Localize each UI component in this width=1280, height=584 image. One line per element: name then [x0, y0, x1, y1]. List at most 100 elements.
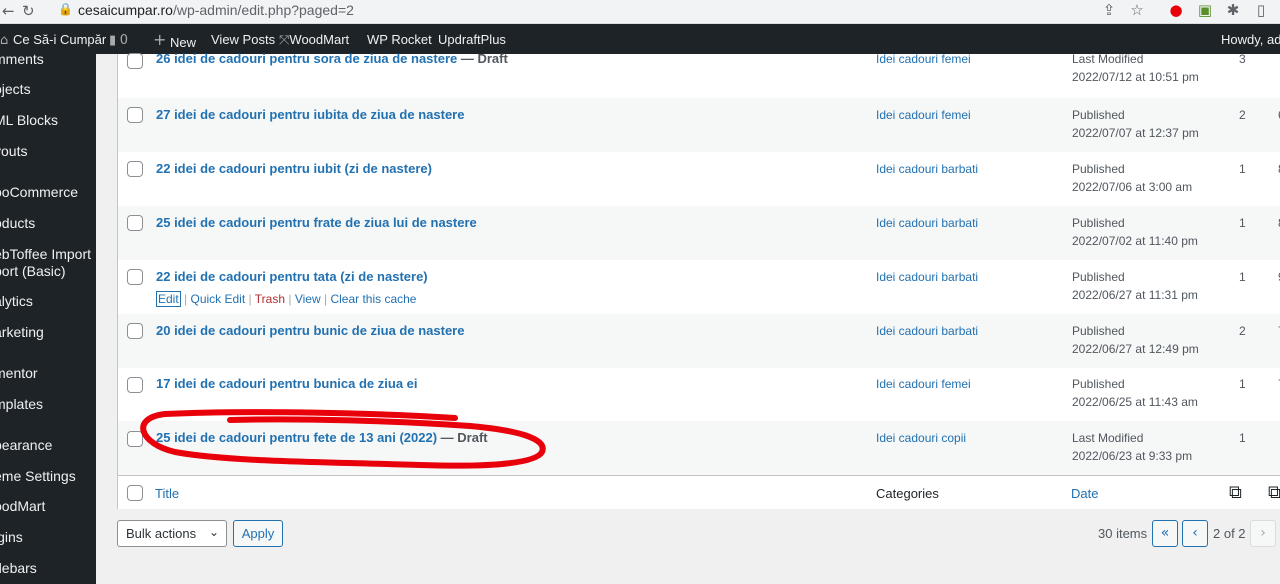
date-value: 2022/06/27 at 11:31 pm — [1072, 288, 1198, 302]
share-icon[interactable]: ⇪ — [1100, 1, 1118, 19]
panel-icon[interactable]: ▯ — [1252, 1, 1270, 19]
count-value: 1 — [1239, 377, 1246, 391]
post-title: 22 idei de cadouri pentru iubit (zi de n… — [156, 161, 432, 176]
site-name[interactable]: Ce Să-i Cumpăr — [13, 32, 106, 47]
post-title: 25 idei de cadouri pentru fete de 13 ani… — [156, 430, 438, 445]
date-status: Published — [1072, 324, 1125, 338]
post-title: 20 idei de cadouri pentru bunic de ziua … — [156, 323, 465, 338]
star-icon[interactable]: ☆ — [1128, 1, 1146, 19]
post-title-link[interactable]: 22 idei de cadouri pentru tata (zi de na… — [156, 269, 428, 284]
post-title-link[interactable]: 27 idei de cadouri pentru iubita de ziua… — [156, 107, 464, 122]
sidebar-item-templates[interactable]: mplates — [0, 396, 43, 413]
date-value: 2022/06/25 at 11:43 am — [1072, 395, 1198, 409]
home-icon: ⌂ — [0, 33, 9, 48]
category-link[interactable]: Idei cadouri femei — [876, 377, 971, 391]
category-link[interactable]: Idei cadouri barbati — [876, 324, 978, 338]
row-checkbox[interactable] — [127, 377, 143, 393]
extension-green-icon[interactable]: ▣ — [1196, 1, 1214, 19]
post-state: — Draft — [457, 51, 508, 66]
sidebar-item-plugins[interactable]: igins — [0, 529, 23, 546]
category-link[interactable]: Idei cadouri copii — [876, 431, 966, 445]
next-page-button: › — [1250, 520, 1276, 547]
table-row: 20 idei de cadouri pentru bunic de ziua … — [118, 314, 1280, 368]
count-value: 1 — [1239, 216, 1246, 230]
sidebar-item-webtoffee-import[interactable]: ebToffee Import — [0, 246, 91, 263]
sidebar-item-webtoffee-import-line2[interactable]: port (Basic) — [0, 263, 66, 280]
sidebar-item-html-blocks[interactable]: ML Blocks — [0, 112, 58, 129]
column-title-sort[interactable]: Title — [155, 486, 179, 501]
bulk-actions-select[interactable]: Bulk actions ⌄ — [117, 520, 227, 547]
post-title-link[interactable]: 22 idei de cadouri pentru iubit (zi de n… — [156, 161, 432, 176]
column-date-sort[interactable]: Date — [1071, 486, 1098, 501]
quick-edit-link[interactable]: Quick Edit — [191, 292, 246, 306]
date-status: Published — [1072, 162, 1125, 176]
sidebar-item-products[interactable]: oducts — [0, 215, 35, 232]
apply-button[interactable]: Apply — [233, 520, 283, 547]
view-link[interactable]: View — [295, 292, 321, 306]
url-text: cesaicumpar.ro/wp-admin/edit.php?paged=2 — [78, 2, 354, 18]
admin-bar-home-icon[interactable]: ⌂ — [0, 32, 8, 48]
category-link[interactable]: Idei cadouri barbati — [876, 216, 978, 230]
prev-page-button[interactable]: ‹ — [1182, 520, 1208, 547]
separator: | — [184, 292, 188, 306]
post-title: 27 idei de cadouri pentru iubita de ziua… — [156, 107, 465, 122]
post-title: 22 idei de cadouri pentru tata (zi de na… — [156, 269, 428, 284]
date-status: Published — [1072, 377, 1125, 391]
table-row: 22 idei de cadouri pentru iubit (zi de n… — [118, 152, 1280, 206]
address-bar[interactable]: 🔒 cesaicumpar.ro/wp-admin/edit.php?paged… — [48, 0, 1160, 22]
count-value: 1 — [1239, 162, 1246, 176]
url-domain: cesaicumpar.ro — [78, 2, 173, 18]
post-title-link[interactable]: 25 idei de cadouri pentru fete de 13 ani… — [156, 430, 488, 445]
count-value: 1 — [1239, 270, 1246, 284]
reload-icon[interactable]: ↻ — [22, 2, 35, 20]
row-checkbox[interactable] — [127, 431, 143, 447]
category-link[interactable]: Idei cadouri barbati — [876, 270, 978, 284]
date-value: 2022/07/07 at 12:37 pm — [1072, 126, 1199, 140]
row-checkbox[interactable] — [127, 215, 143, 231]
post-title: 17 idei de cadouri pentru bunica de ziua… — [156, 376, 418, 391]
category-link[interactable]: Idei cadouri barbati — [876, 162, 978, 176]
separator: | — [323, 292, 328, 306]
table-row: 25 idei de cadouri pentru frate de ziua … — [118, 206, 1280, 260]
sidebar-item-elementor[interactable]: mentor — [0, 365, 38, 382]
sidebar-item-appearance[interactable]: pearance — [0, 437, 52, 454]
sidebar-item-comments[interactable]: mments — [0, 54, 44, 68]
sidebar-item-layouts[interactable]: youts — [0, 143, 27, 160]
post-title-link[interactable]: 17 idei de cadouri pentru bunica de ziua… — [156, 376, 418, 391]
row-checkbox[interactable] — [127, 269, 143, 285]
sidebar-item-woocommerce[interactable]: ooCommerce — [0, 184, 78, 201]
sidebar-item-sidebars[interactable]: debars — [0, 560, 37, 577]
sidebar-item-theme-settings[interactable]: eme Settings — [0, 468, 76, 485]
post-title-link[interactable]: 25 idei de cadouri pentru frate de ziua … — [156, 215, 477, 230]
post-title-link[interactable]: 20 idei de cadouri pentru bunic de ziua … — [156, 323, 464, 338]
trash-link[interactable]: Trash — [255, 292, 285, 306]
date-status: Last Modified — [1072, 52, 1144, 66]
sidebar-item-analytics[interactable]: alytics — [0, 293, 33, 310]
sidebar-item-woodmart[interactable]: oodMart — [0, 498, 45, 515]
row-checkbox[interactable] — [127, 161, 143, 177]
posts-table: 26 idei de cadouri pentru sora de ziua d… — [117, 51, 1280, 509]
puzzle-icon[interactable]: ✱ — [1224, 1, 1242, 19]
table-footer: Title Categories Date ⧉ ⧉ — [118, 475, 1280, 509]
extra-column-icon[interactable]: ⧉ — [1268, 482, 1280, 503]
row-checkbox[interactable] — [127, 53, 143, 69]
category-link[interactable]: Idei cadouri femei — [876, 108, 971, 122]
table-row: 25 idei de cadouri pentru fete de 13 ani… — [118, 421, 1280, 475]
comments-column-icon[interactable]: ⧉ — [1229, 482, 1242, 503]
post-title-link[interactable]: 26 idei de cadouri pentru sora de ziua d… — [156, 51, 508, 66]
column-categories: Categories — [876, 486, 939, 501]
row-checkbox[interactable] — [127, 323, 143, 339]
sidebar-item-projects[interactable]: ojects — [0, 81, 31, 98]
edit-link[interactable]: Edit — [156, 291, 181, 307]
date-value: 2022/07/02 at 11:40 pm — [1072, 234, 1198, 248]
date-status: Last Modified — [1072, 431, 1144, 445]
back-icon[interactable]: ← — [2, 2, 15, 20]
items-count: 30 items — [1098, 526, 1148, 541]
first-page-button[interactable]: « — [1152, 520, 1178, 547]
extension-red-icon[interactable]: ● — [1167, 1, 1185, 19]
sidebar-item-marketing[interactable]: arketing — [0, 324, 44, 341]
category-link[interactable]: Idei cadouri femei — [876, 52, 971, 66]
row-checkbox[interactable] — [127, 107, 143, 123]
clear-cache-link[interactable]: Clear this cache — [330, 292, 416, 306]
select-all-checkbox[interactable] — [127, 485, 143, 501]
